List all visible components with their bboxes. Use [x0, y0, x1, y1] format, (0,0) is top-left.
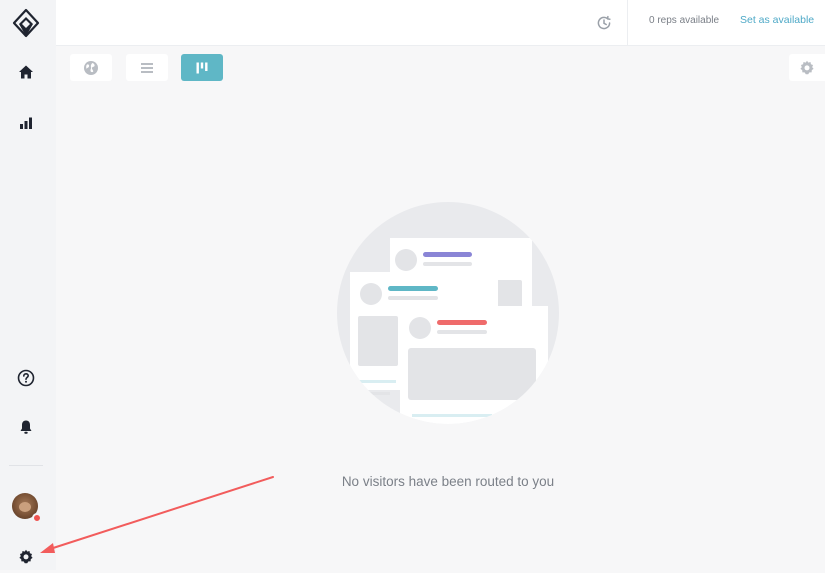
kanban-icon: [196, 62, 208, 73]
help-button[interactable]: [10, 362, 42, 394]
empty-state-illustration: [336, 202, 560, 424]
gear-icon: [19, 549, 33, 564]
map-view-button[interactable]: [70, 54, 112, 81]
view-settings-button[interactable]: [789, 54, 825, 81]
home-icon: [19, 65, 33, 79]
logo-icon[interactable]: [10, 7, 42, 39]
bar-chart-icon: [20, 117, 32, 129]
empty-state-message: No visitors have been routed to you: [341, 473, 555, 489]
settings-button[interactable]: [10, 541, 42, 573]
reps-available-text: 0 reps available: [649, 15, 720, 26]
list-icon: [141, 62, 153, 73]
top-bar: 0 reps available Set as available: [56, 0, 825, 46]
sidebar-item-analytics[interactable]: [10, 107, 42, 139]
help-icon: [17, 369, 35, 387]
gear-icon: [800, 60, 814, 74]
avatar[interactable]: [12, 493, 42, 523]
topbar-divider: [627, 0, 628, 46]
notifications-button[interactable]: [10, 411, 42, 443]
sidebar-divider: [9, 465, 43, 466]
list-view-button[interactable]: [126, 54, 168, 81]
sidebar: [0, 0, 56, 570]
history-button[interactable]: [592, 11, 616, 35]
kanban-view-button[interactable]: [181, 54, 223, 81]
set-as-available-link[interactable]: Set as available: [740, 14, 814, 26]
status-badge: [32, 513, 42, 523]
history-icon: [597, 15, 611, 30]
avatar-face: [19, 502, 31, 512]
bell-icon: [20, 420, 32, 434]
globe-icon: [84, 60, 98, 75]
sidebar-item-home[interactable]: [10, 56, 42, 88]
